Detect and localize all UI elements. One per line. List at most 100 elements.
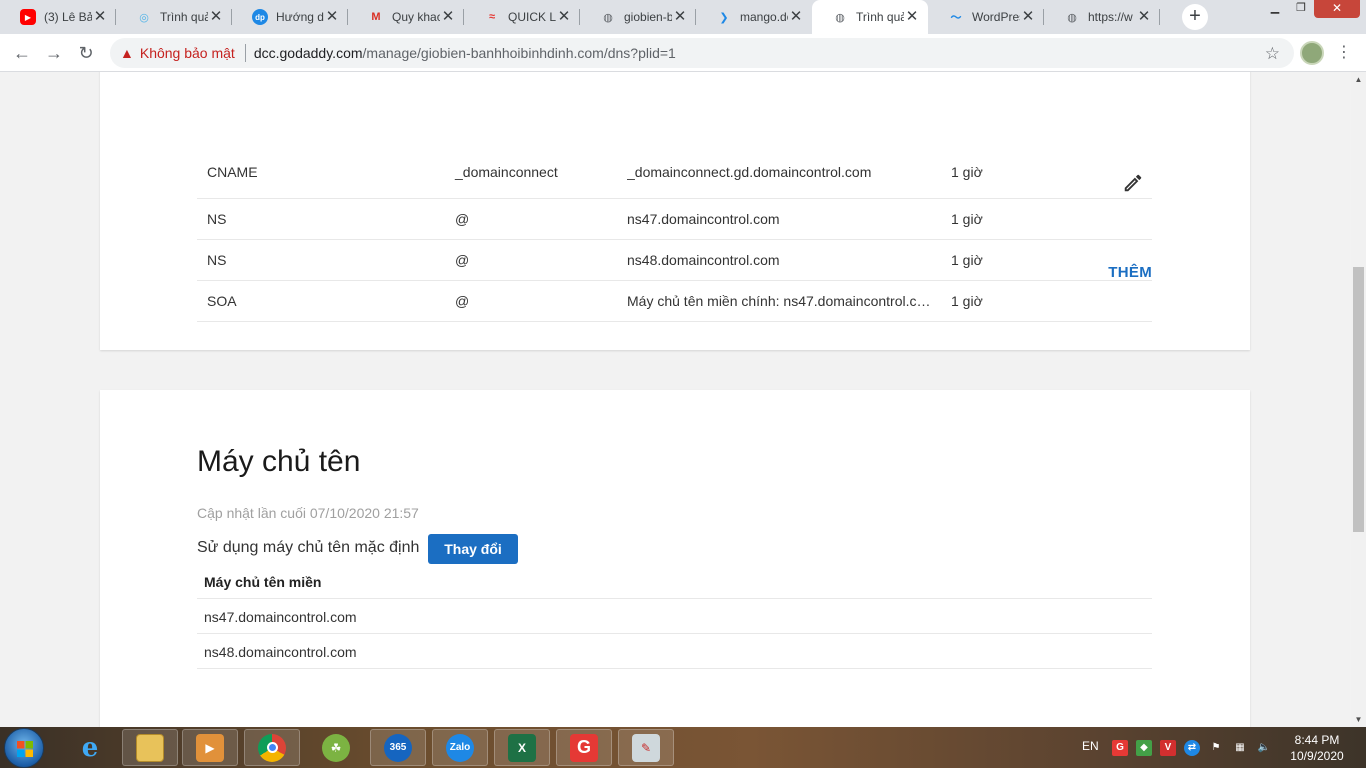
green-app-icon[interactable]: ☘ xyxy=(308,729,364,766)
scroll-down-icon[interactable]: ▼ xyxy=(1351,712,1366,727)
tab-close-icon[interactable]: ✕ xyxy=(556,9,572,25)
page-scrollbar[interactable]: ▲ ▼ xyxy=(1351,72,1366,727)
browser-tab[interactable]: ❯ mango.do✕ xyxy=(696,0,812,34)
dp-icon: dp xyxy=(252,9,268,25)
bookmark-star-icon[interactable]: ☆ xyxy=(1265,44,1280,64)
nameservers-card: Máy chủ tên Cập nhật lần cuối 07/10/2020… xyxy=(100,390,1250,727)
start-button[interactable] xyxy=(4,728,44,768)
file-explorer-icon[interactable] xyxy=(122,729,178,766)
tab-title: mango.do xyxy=(740,10,788,24)
network-tray-icon[interactable]: ▦ xyxy=(1232,740,1248,756)
browser-menu-icon[interactable]: ⋮ xyxy=(1334,41,1354,65)
excel-icon[interactable]: X xyxy=(494,729,550,766)
internet-explorer-icon[interactable]: e xyxy=(62,729,118,766)
record-ttl: 1 giờ xyxy=(951,164,983,180)
365-icon[interactable]: 365 xyxy=(370,729,426,766)
tab-title: https://w xyxy=(1088,10,1133,24)
clock-time: 8:44 PM xyxy=(1294,733,1340,747)
language-indicator[interactable]: EN xyxy=(1082,739,1099,753)
browser-tab[interactable]: ◍ giobien-b ✕ xyxy=(580,0,696,34)
close-window-button[interactable]: ✕ xyxy=(1314,0,1360,18)
record-ttl: 1 giờ xyxy=(951,211,983,227)
taskbar-clock[interactable]: 8:44 PM 10/9/2020 xyxy=(1284,732,1350,764)
dns-record-row: NS @ ns48.domaincontrol.com 1 giờ xyxy=(197,240,1152,281)
browser-tab[interactable]: ▶ (3) Lê Bảo✕ xyxy=(0,0,116,34)
tab-close-icon[interactable]: ✕ xyxy=(1136,9,1152,25)
browser-tab[interactable]: dp Hướng dẫ✕ xyxy=(232,0,348,34)
wordpress-icon: 〜 xyxy=(950,12,962,24)
tab-title: (3) Lê Bảo xyxy=(44,10,92,24)
tab-title: Trình quả xyxy=(856,10,904,24)
change-nameserver-button[interactable]: Thay đổi xyxy=(428,534,518,564)
tab-close-icon[interactable]: ✕ xyxy=(324,9,340,25)
windows-logo-icon xyxy=(17,741,33,757)
new-tab-button[interactable]: + xyxy=(1182,4,1208,30)
arrow-icon: ❯ xyxy=(719,11,729,24)
v-tray-icon[interactable]: V xyxy=(1160,740,1176,756)
nameservers-title: Máy chủ tên xyxy=(197,445,361,478)
tab-close-icon[interactable]: ✕ xyxy=(904,9,920,25)
add-record-link[interactable]: THÊM xyxy=(1108,264,1152,281)
chrome-icon[interactable] xyxy=(244,729,300,766)
address-separator xyxy=(244,44,246,62)
tab-strip: ▶(3) Lê Bảo✕◎Trình quả✕dpHướng dẫ✕MQuy k… xyxy=(0,0,1366,34)
dns-record-row: CNAME _domainconnect _domainconnect.gd.dom… xyxy=(197,72,1152,199)
tab-title: WordPres xyxy=(972,10,1020,24)
scroll-up-icon[interactable]: ▲ xyxy=(1351,72,1366,87)
record-name: @ xyxy=(455,252,470,268)
tab-close-icon[interactable]: ✕ xyxy=(440,9,456,25)
page-content: CNAME _domainconnect _domainconnect.gd.dom… xyxy=(0,72,1351,727)
volume-tray-icon[interactable]: 🔈 xyxy=(1256,740,1272,756)
tab-close-icon[interactable]: ✕ xyxy=(92,9,108,25)
nameserver-row: ns47.domaincontrol.com xyxy=(197,599,1152,634)
address-bar[interactable]: ▲ Không bảo mật dcc.godaddy.com/manage/g… xyxy=(110,38,1294,68)
gmail-icon: M xyxy=(371,11,381,23)
browser-tab[interactable]: ◎ Trình quả ✕ xyxy=(116,0,232,34)
url-host: dcc.godaddy.com xyxy=(253,45,363,61)
record-ttl: 1 giờ xyxy=(951,293,983,309)
record-ttl: 1 giờ xyxy=(951,252,983,268)
tab-title: Quy khach xyxy=(392,10,440,24)
globe-icon: ◍ xyxy=(1067,11,1077,24)
media-player-icon[interactable]: ▶ xyxy=(182,729,238,766)
minimize-button[interactable]: ▁ xyxy=(1262,0,1288,18)
flag-tray-icon[interactable]: ⚑ xyxy=(1208,740,1224,756)
back-button[interactable]: ← xyxy=(10,41,34,65)
scroll-thumb[interactable] xyxy=(1353,267,1364,532)
tab-title: Hướng dẫ xyxy=(276,10,324,24)
tab-close-icon[interactable]: ✕ xyxy=(208,9,224,25)
nameserver-column-header: Máy chủ tên miền xyxy=(197,564,1152,599)
record-value: _domainconnect.gd.domaincontrol.com xyxy=(627,164,872,180)
reload-button[interactable]: ↻ xyxy=(74,41,98,65)
record-type: NS xyxy=(207,211,227,227)
record-type: NS xyxy=(207,252,227,268)
record-name: @ xyxy=(455,211,470,227)
security-status[interactable]: Không bảo mật xyxy=(140,45,235,61)
record-type: SOA xyxy=(207,293,237,309)
browser-tab[interactable]: ≈ QUICK LI ✕ xyxy=(464,0,580,34)
tab-close-icon[interactable]: ✕ xyxy=(788,9,804,25)
zalo-icon[interactable]: Zalo xyxy=(432,729,488,766)
default-nameserver-text: Sử dụng máy chủ tên mặc định xyxy=(197,539,420,556)
cube-tray-icon[interactable]: ◆ xyxy=(1136,740,1152,756)
browser-tab[interactable]: 〜 WordPres ✕ xyxy=(928,0,1044,34)
browser-tab[interactable]: ◍ Trình quả ✕ xyxy=(812,0,928,34)
teamviewer-tray-icon[interactable]: ⇄ xyxy=(1184,740,1200,756)
record-name: _domainconnect xyxy=(455,164,558,180)
paint-icon[interactable]: ✎ xyxy=(618,729,674,766)
clock-date: 10/9/2020 xyxy=(1290,749,1344,763)
spiral-icon: ◎ xyxy=(139,11,149,24)
forward-button[interactable]: → xyxy=(42,41,66,65)
profile-avatar[interactable] xyxy=(1300,41,1324,65)
record-value: ns48.domaincontrol.com xyxy=(627,252,780,268)
tab-close-icon[interactable]: ✕ xyxy=(1020,9,1036,25)
edit-pencil-icon[interactable] xyxy=(1122,172,1144,194)
dns-records-card: CNAME _domainconnect _domainconnect.gd.dom… xyxy=(100,72,1250,350)
tab-title: Trình quả xyxy=(160,10,208,24)
garena-tray-icon[interactable]: G xyxy=(1112,740,1128,756)
tab-close-icon[interactable]: ✕ xyxy=(672,9,688,25)
garena-icon[interactable]: G xyxy=(556,729,612,766)
maximize-button[interactable]: ❐ xyxy=(1288,0,1314,18)
browser-tab[interactable]: ◍ https://w ✕ xyxy=(1044,0,1160,34)
browser-tab[interactable]: M Quy khach✕ xyxy=(348,0,464,34)
